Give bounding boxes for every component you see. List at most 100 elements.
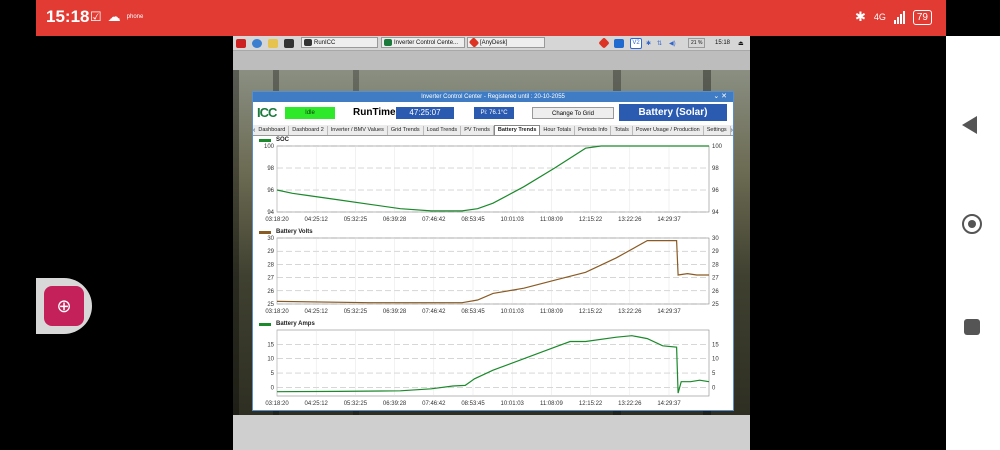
tab-dashboard[interactable]: Dashboard xyxy=(255,125,290,135)
x-tick-label: 07:46:42 xyxy=(422,217,446,223)
y-tick-label-right: 100 xyxy=(712,144,723,150)
x-tick-label: 10:01:03 xyxy=(501,309,525,315)
y-tick-label-left: 29 xyxy=(267,249,274,255)
legend-label: SOC xyxy=(276,137,290,143)
phone-notification-icon: phone xyxy=(126,14,144,20)
y-tick-label-right: 25 xyxy=(712,302,719,308)
home-icon[interactable] xyxy=(962,214,982,234)
amps-chart-svg: 0 0 5 5 10 10 15 15 03:18:20 04:25:12 05:32:25 06:3… xyxy=(265,329,719,407)
desktop-bottom-area xyxy=(233,415,750,450)
taskbar-task-runicc[interactable]: RunICC xyxy=(301,37,378,48)
battery-trend-charts: SOC 94 94 96 96 98 98 100 100 03:18:20 04:25:12 05… xyxy=(253,136,733,408)
change-to-grid-button[interactable]: Change To Grid xyxy=(532,107,614,119)
teamviewer-icon[interactable] xyxy=(614,38,624,48)
legend-swatch xyxy=(259,139,271,142)
x-tick-label: 06:39:28 xyxy=(383,217,407,223)
network-arrows-icon[interactable]: ⇅ xyxy=(657,38,662,48)
task-label: Inverter Control Cente... xyxy=(394,39,459,46)
battery-level: 79 xyxy=(912,9,932,25)
chart-battery-volts: Battery Volts 25 25 26 26 27 27 28 28 29 29 30 30 03… xyxy=(253,228,733,318)
folder-icon[interactable] xyxy=(268,38,278,48)
y-tick-label-left: 10 xyxy=(267,357,274,363)
x-tick-label: 12:15:22 xyxy=(579,309,603,315)
volume-icon[interactable]: ◀) xyxy=(669,38,676,48)
chart-battery-amps: Battery Amps 0 0 5 5 10 10 15 15 03:18:20 04:25:1… xyxy=(253,320,733,410)
tab-load-trends[interactable]: Load Trends xyxy=(424,125,462,135)
eject-icon[interactable]: ⏏ xyxy=(738,38,744,48)
raspberry-menu-icon[interactable] xyxy=(236,38,246,48)
window-title: Inverter Control Center - Registered unt… xyxy=(253,92,733,102)
legend-swatch xyxy=(259,323,271,326)
x-tick-label: 04:25:12 xyxy=(305,217,329,223)
taskbar-task-icc[interactable]: Inverter Control Cente... xyxy=(381,37,465,48)
anydesk-tray-icon[interactable] xyxy=(598,37,610,49)
x-tick-label: 10:01:03 xyxy=(501,401,525,407)
x-tick-label: 11:08:09 xyxy=(540,401,564,407)
tab-totals[interactable]: Totals xyxy=(611,125,633,135)
x-tick-label: 13:22:26 xyxy=(618,217,642,223)
y-tick-label-left: 5 xyxy=(271,371,275,377)
y-tick-label-right: 98 xyxy=(712,166,719,172)
terminal-icon[interactable] xyxy=(284,38,294,48)
x-tick-label: 03:18:20 xyxy=(265,217,289,223)
tab-dashboard-2[interactable]: Dashboard 2 xyxy=(289,125,328,135)
tab-settings[interactable]: Settings xyxy=(704,125,731,135)
back-icon[interactable] xyxy=(962,116,977,134)
x-tick-label: 05:32:25 xyxy=(344,309,368,315)
recent-apps-icon[interactable] xyxy=(964,319,980,335)
tab-hour-totals[interactable]: Hour Totals xyxy=(540,125,576,135)
y-tick-label-right: 29 xyxy=(712,249,719,255)
y-tick-label-left: 0 xyxy=(271,385,275,391)
tab-battery-trends[interactable]: Battery Trends xyxy=(493,125,541,135)
signal-icon xyxy=(893,10,905,24)
x-tick-label: 13:22:26 xyxy=(618,309,642,315)
runtime-value: 47:25:07 xyxy=(396,107,454,119)
window-controls[interactable]: ⌄ ✕ xyxy=(713,92,727,100)
x-tick-label: 04:25:12 xyxy=(305,401,329,407)
x-tick-label: 04:25:12 xyxy=(305,309,329,315)
x-tick-label: 12:15:22 xyxy=(579,401,603,407)
y-tick-label-left: 26 xyxy=(267,289,274,295)
remote-desktop-screen: RunICC Inverter Control Cente... [AnyDes… xyxy=(233,36,750,450)
android-notification-icons: ☑ ☁ phone xyxy=(90,9,143,25)
runtime-label: RunTime xyxy=(353,107,396,118)
x-tick-label: 07:46:42 xyxy=(422,401,446,407)
x-tick-label: 14:29:37 xyxy=(657,401,681,407)
tab-grid-trends[interactable]: Grid Trends xyxy=(388,125,424,135)
x-tick-label: 12:15:22 xyxy=(579,217,603,223)
floating-zoom-button[interactable]: ⊕ xyxy=(36,278,92,334)
bluetooth-icon[interactable]: ✱ xyxy=(646,38,651,48)
android-system-icons: ✱ 4G 79 xyxy=(855,9,932,25)
x-tick-label: 08:53:45 xyxy=(461,401,485,407)
x-tick-label: 03:18:20 xyxy=(265,309,289,315)
y-tick-label-right: 28 xyxy=(712,262,719,268)
browser-icon[interactable] xyxy=(252,38,262,48)
tab-power-usage[interactable]: Power Usage / Production xyxy=(633,125,704,135)
status-indicator: Idle xyxy=(285,107,335,119)
x-tick-label: 14:29:37 xyxy=(657,309,681,315)
android-nav-bar xyxy=(946,36,1000,450)
icc-header: ICC Idle RunTime 47:25:07 Pi: 76.1°C Cha… xyxy=(253,102,733,124)
tab-inverter-bmv[interactable]: Inverter / BMV Values xyxy=(328,125,388,135)
x-tick-label: 05:32:25 xyxy=(344,217,368,223)
y-tick-label-right: 10 xyxy=(712,357,719,363)
network-type: 4G xyxy=(873,11,886,22)
bluetooth-icon: ✱ xyxy=(854,9,866,24)
volts-chart-svg: 25 25 26 26 27 27 28 28 29 29 30 30 03:18:20 04:25:12… xyxy=(265,236,719,315)
vnc-icon[interactable]: V2 xyxy=(630,37,642,49)
tab-pv-trends[interactable]: PV Trends xyxy=(461,125,494,135)
x-tick-label: 14:29:37 xyxy=(657,217,681,223)
y-tick-label-left: 27 xyxy=(267,276,274,282)
tab-scroll-right-icon[interactable]: › xyxy=(731,127,733,134)
y-tick-label-right: 94 xyxy=(712,210,719,216)
y-tick-label-left: 96 xyxy=(267,188,274,194)
tab-periods-info[interactable]: Periods Info xyxy=(575,125,612,135)
y-tick-label-right: 27 xyxy=(712,276,719,282)
plot-area xyxy=(276,145,710,213)
y-tick-label-left: 100 xyxy=(264,144,275,150)
pi-taskbar: RunICC Inverter Control Cente... [AnyDes… xyxy=(233,36,750,51)
x-tick-label: 06:39:28 xyxy=(383,309,407,315)
x-tick-label: 10:01:03 xyxy=(501,217,525,223)
x-tick-label: 06:39:28 xyxy=(383,401,407,407)
taskbar-task-anydesk[interactable]: [AnyDesk] xyxy=(467,37,545,48)
